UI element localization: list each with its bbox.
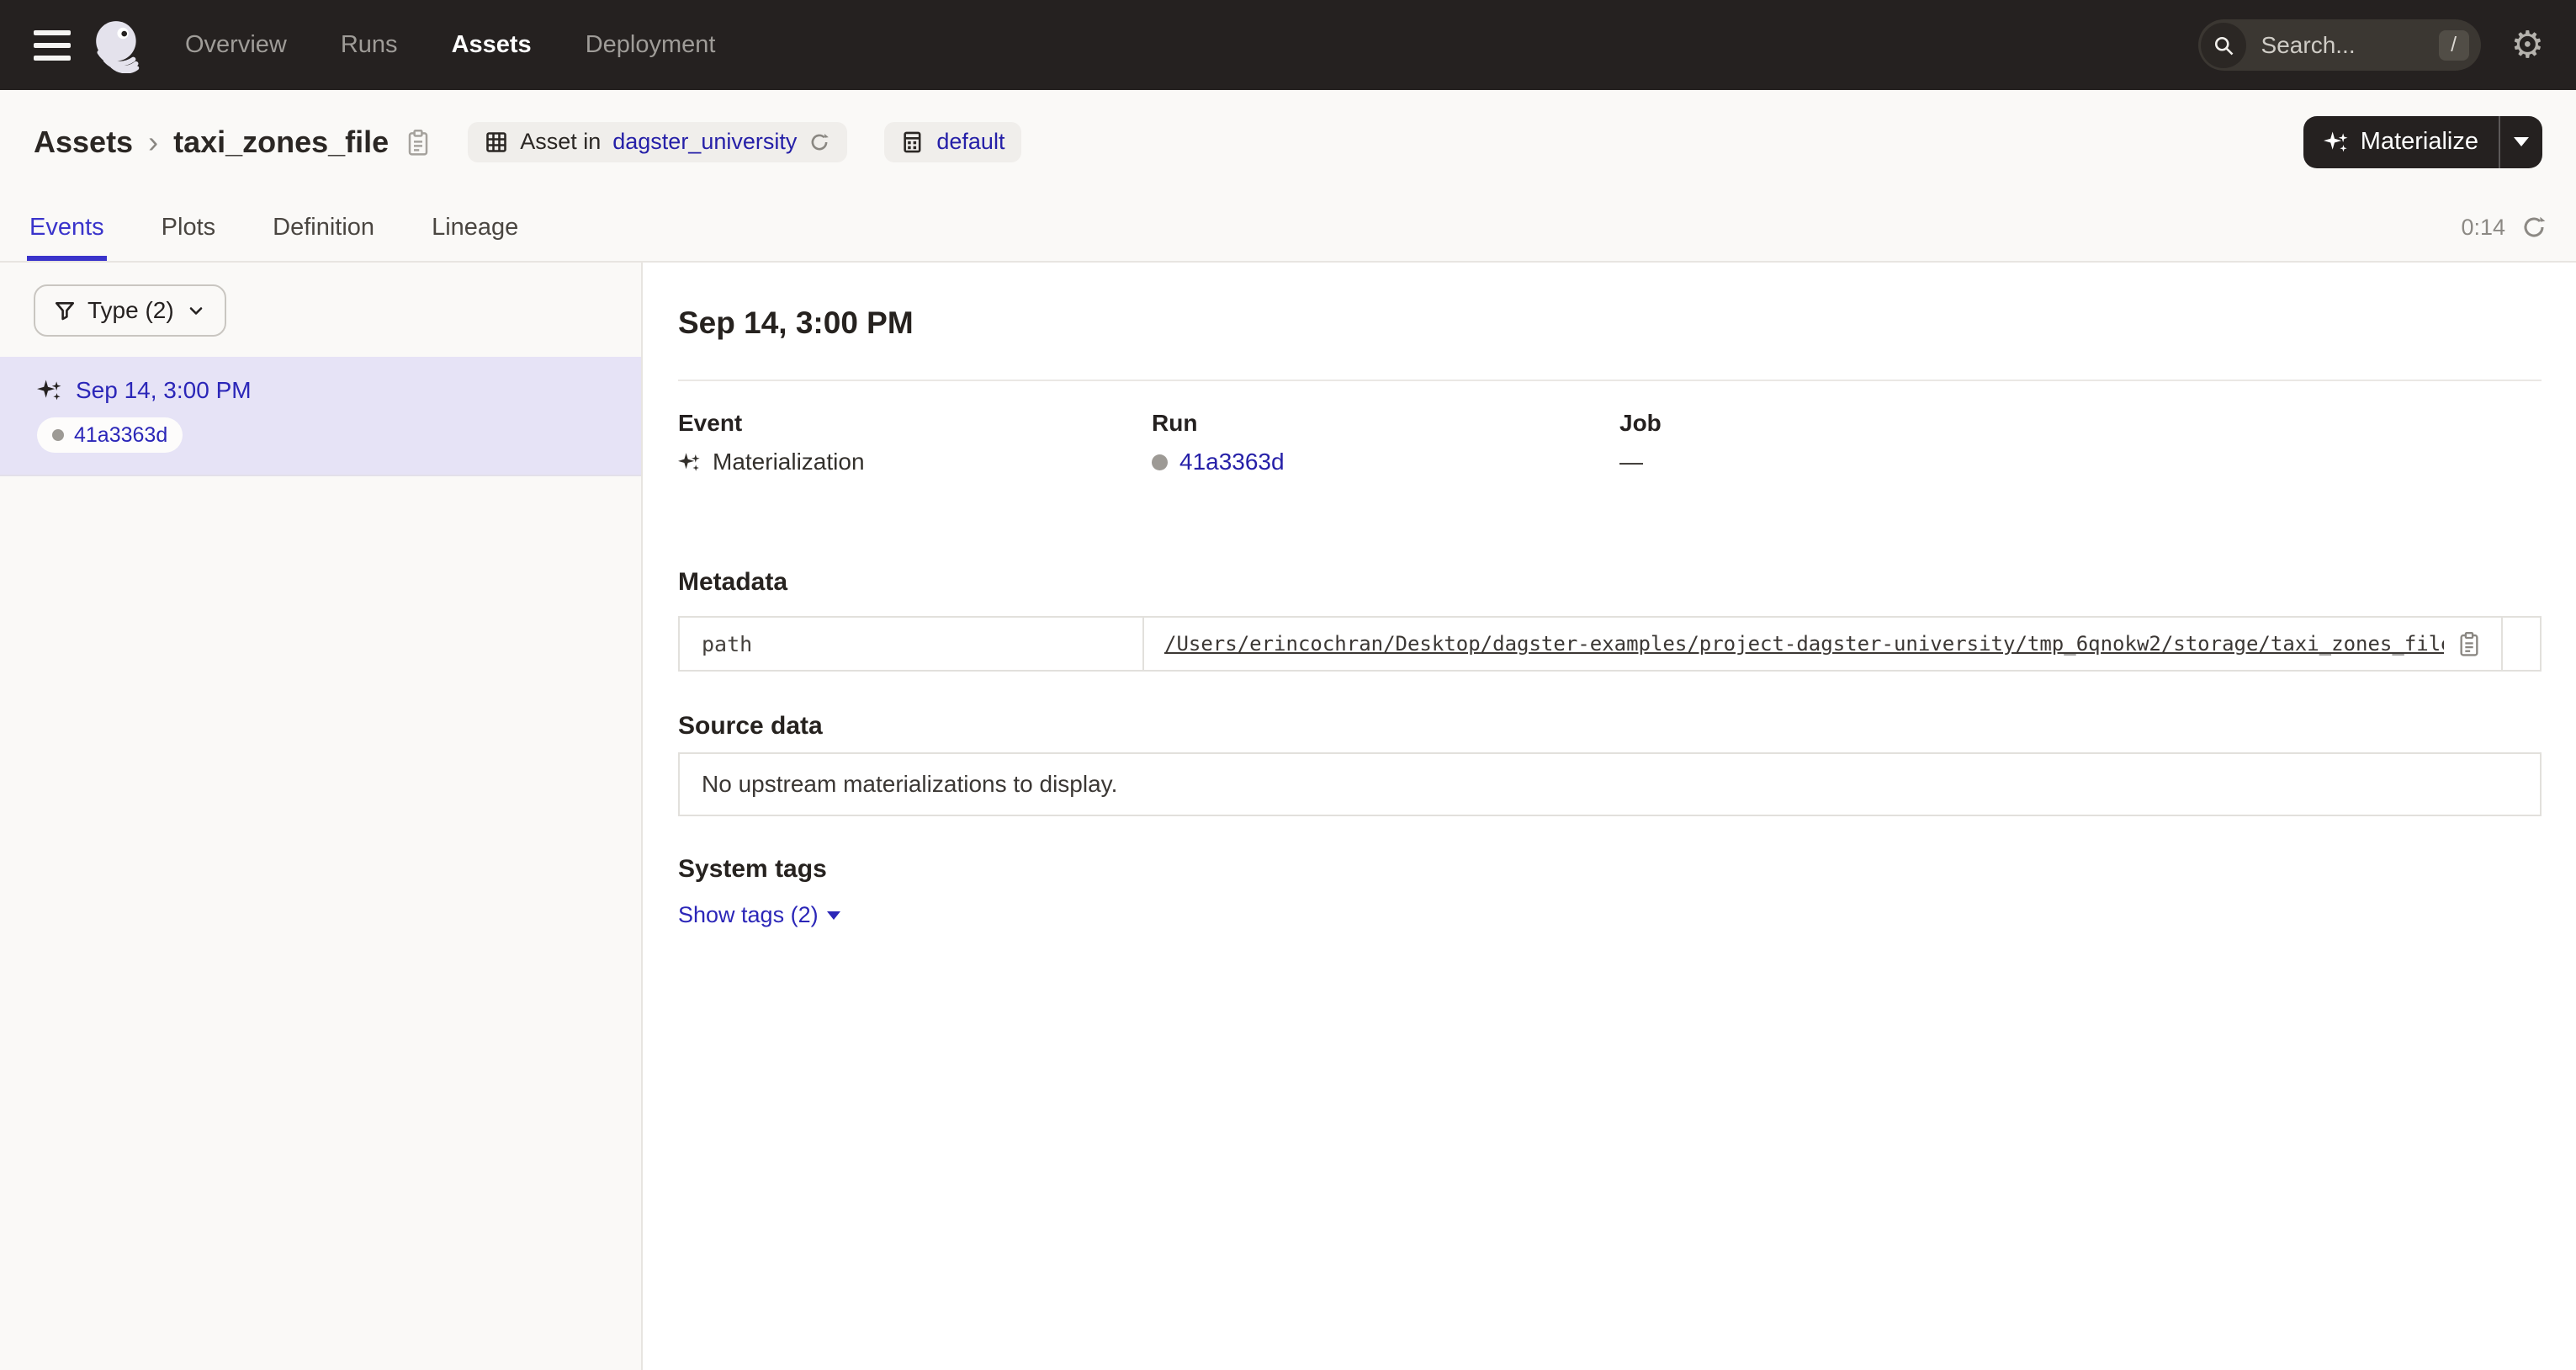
copy-asset-name-icon[interactable] <box>405 128 431 157</box>
event-list-item-selected[interactable]: Sep 14, 3:00 PM 41a3363d <box>0 357 641 476</box>
show-tags-toggle[interactable]: Show tags (2) <box>678 902 840 928</box>
metadata-path-link[interactable]: /Users/erincochran/Desktop/dagster-examp… <box>1164 632 2444 656</box>
materialize-dropdown-button[interactable] <box>2500 116 2542 168</box>
global-search[interactable]: / <box>2198 19 2481 71</box>
chevron-down-icon <box>186 300 206 321</box>
job-column-label: Job <box>1619 410 2542 437</box>
primary-nav: Overview Runs Assets Deployment <box>185 31 715 59</box>
run-id-link[interactable]: 41a3363d <box>1179 449 1285 475</box>
job-empty-value: — <box>1619 449 1643 475</box>
asset-grid-icon <box>485 130 508 154</box>
breadcrumb-asset-name: taxi_zones_file <box>173 125 389 160</box>
type-filter-label: Type (2) <box>87 297 174 324</box>
event-column-label: Event <box>678 410 1152 437</box>
copy-path-icon[interactable] <box>2457 630 2481 657</box>
materialize-button[interactable]: Materialize <box>2303 128 2499 156</box>
group-grid-icon <box>901 130 925 154</box>
nav-item-runs[interactable]: Runs <box>341 31 398 59</box>
run-id-label: 41a3363d <box>74 423 167 448</box>
materialization-sparkle-icon <box>678 451 701 474</box>
settings-gear-icon[interactable]: ⚙ <box>2511 27 2544 64</box>
menu-icon[interactable] <box>34 30 71 61</box>
type-filter-button[interactable]: Type (2) <box>34 284 226 337</box>
nav-item-deployment[interactable]: Deployment <box>586 31 716 59</box>
source-data-heading: Source data <box>678 712 2542 741</box>
filter-funnel-icon <box>54 300 76 321</box>
caret-down-icon <box>2514 137 2529 146</box>
events-sidebar: Type (2) <box>0 263 643 1370</box>
source-data-box: No upstream materializations to display. <box>678 752 2542 816</box>
event-detail-title: Sep 14, 3:00 PM <box>678 305 2542 341</box>
dagster-logo-icon[interactable] <box>91 18 146 73</box>
source-data-empty-message: No upstream materializations to display. <box>702 771 1117 798</box>
tab-plots[interactable]: Plots <box>159 194 218 261</box>
metadata-end-cell <box>2501 618 2540 670</box>
dagster-app: Overview Runs Assets Deployment / ⚙ Asse… <box>0 0 2576 1370</box>
asset-header-row: Assets › taxi_zones_file Asset in dagste… <box>0 90 2576 194</box>
asset-group-prefix: Asset in <box>520 129 601 155</box>
search-icon <box>2201 23 2246 68</box>
refresh-countdown: 0:14 <box>2461 215 2505 241</box>
asset-group-pill: Asset in dagster_university <box>468 122 847 162</box>
asset-tabs: Events Plots Definition Lineage 0:14 <box>0 194 2576 263</box>
run-status-dot <box>1152 454 1168 470</box>
run-id-chip[interactable]: 41a3363d <box>37 417 183 453</box>
reload-location-icon[interactable] <box>808 131 830 153</box>
group-pill: default <box>884 122 1021 162</box>
event-timestamp: Sep 14, 3:00 PM <box>76 377 252 404</box>
event-type-value: Materialization <box>713 449 865 475</box>
event-detail-panel: Sep 14, 3:00 PM Event Materializatio <box>643 263 2576 1370</box>
breadcrumb-separator: › <box>148 125 158 160</box>
metadata-key-cell: path <box>680 618 1142 670</box>
metadata-table: path /Users/erincochran/Desktop/dagster-… <box>678 616 2542 672</box>
tab-definition[interactable]: Definition <box>270 194 377 261</box>
search-input[interactable] <box>2246 32 2439 59</box>
nav-item-overview[interactable]: Overview <box>185 31 287 59</box>
run-status-dot <box>52 429 64 441</box>
tab-events[interactable]: Events <box>27 194 107 261</box>
group-default-link[interactable]: default <box>936 129 1004 155</box>
tab-lineage[interactable]: Lineage <box>429 194 521 261</box>
nav-item-assets[interactable]: Assets <box>452 31 532 59</box>
materialization-sparkle-icon <box>2324 130 2349 155</box>
system-tags-heading: System tags <box>678 855 2542 884</box>
refresh-icon[interactable] <box>2520 214 2547 241</box>
materialize-label: Materialize <box>2361 128 2478 156</box>
breadcrumb-assets[interactable]: Assets <box>34 125 133 160</box>
caret-down-icon <box>827 911 840 920</box>
metadata-value-cell: /Users/erincochran/Desktop/dagster-examp… <box>1142 618 2501 670</box>
run-column-label: Run <box>1152 410 1619 437</box>
detail-divider <box>678 380 2542 381</box>
materialization-sparkle-icon <box>37 378 62 403</box>
search-shortcut-badge: / <box>2439 30 2469 61</box>
code-location-link[interactable]: dagster_university <box>612 129 797 155</box>
top-header: Overview Runs Assets Deployment / ⚙ <box>0 0 2576 90</box>
metadata-heading: Metadata <box>678 568 2542 597</box>
materialize-split-button: Materialize <box>2303 116 2542 168</box>
show-tags-label: Show tags (2) <box>678 902 819 928</box>
